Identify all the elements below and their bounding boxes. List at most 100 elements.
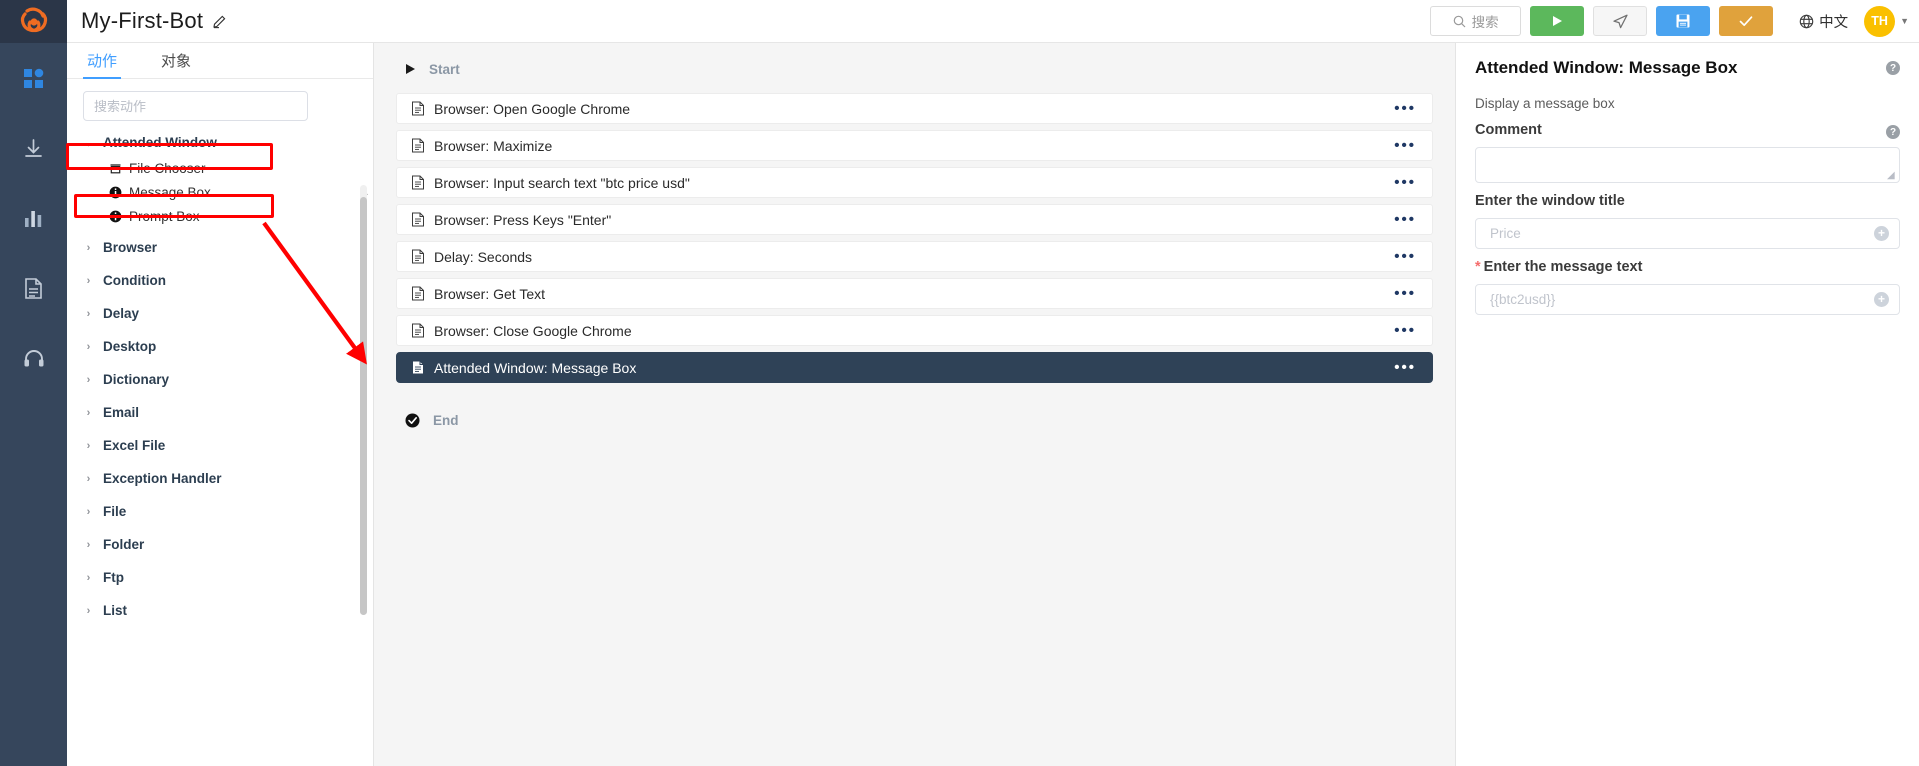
flow-step-menu-button[interactable]: ••• [1390, 212, 1420, 227]
flow-step-menu-button[interactable]: ••• [1390, 101, 1420, 116]
sidebar-rail-dashboard[interactable] [0, 43, 67, 113]
tree-item-file-chooser[interactable]: File Chooser [83, 156, 373, 180]
tree-group-label: Attended Window [103, 135, 217, 150]
flow-step-row[interactable]: Delay: Seconds ••• [396, 241, 1433, 272]
language-switcher[interactable]: 中文 [1799, 11, 1848, 32]
top-toolbar: My-First-Bot 搜索 中文 TH ▼ [67, 0, 1919, 43]
check-circle-icon [405, 413, 420, 427]
sidebar-rail-reports[interactable] [0, 183, 67, 253]
info-circle-icon [109, 186, 122, 198]
flow-step-label: Browser: Open Google Chrome [434, 100, 631, 117]
tree-group-label: List [103, 603, 128, 618]
flow-step-row[interactable]: Browser: Maximize ••• [396, 130, 1433, 161]
tree-group-label: Delay [103, 306, 140, 321]
message-text-input-wrap[interactable]: + [1475, 284, 1900, 315]
tree-group-condition[interactable]: › Condition [83, 267, 373, 294]
chevron-right-icon: › [86, 274, 91, 287]
flow-step-row[interactable]: Browser: Close Google Chrome ••• [396, 315, 1433, 346]
flow-step-label: Browser: Press Keys "Enter" [434, 211, 612, 228]
play-triangle-icon [406, 64, 415, 74]
caret-down-icon[interactable]: ▼ [1900, 16, 1909, 26]
avatar[interactable]: TH [1864, 5, 1896, 37]
tree-group-list[interactable]: › List [83, 597, 373, 624]
language-label: 中文 [1819, 14, 1849, 31]
tree-group-folder[interactable]: › Folder [83, 531, 373, 558]
flow-step-list: Browser: Open Google Chrome ••• Browser:… [396, 93, 1433, 383]
tree-group-label: Browser [103, 240, 158, 255]
tree-group-excel-file[interactable]: › Excel File [83, 432, 373, 459]
info-circle-icon [109, 210, 122, 222]
tree-group-delay[interactable]: › Delay [83, 300, 373, 327]
app-logo-icon [20, 7, 47, 32]
tab-objects[interactable]: 对象 [157, 43, 195, 78]
tree-item-prompt-box[interactable]: Prompt Box [83, 204, 373, 228]
flow-step-row[interactable]: Browser: Open Google Chrome ••• [396, 93, 1433, 124]
chevron-right-icon: › [86, 307, 91, 320]
properties-panel: Attended Window: Message Box ? Display a… [1456, 43, 1919, 766]
sidebar-rail [0, 0, 67, 766]
file-chooser-icon [110, 163, 121, 173]
flow-step-menu-button[interactable]: ••• [1390, 360, 1420, 375]
tab-actions[interactable]: 动作 [83, 43, 122, 79]
validate-button[interactable] [1719, 6, 1774, 36]
tree-group-file[interactable]: › File [83, 498, 373, 525]
tree-group-email[interactable]: › Email [83, 399, 373, 426]
tree-group-dictionary[interactable]: › Dictionary [83, 366, 373, 393]
tree-group-attended-window[interactable]: ⌄ Attended Window [83, 129, 373, 156]
properties-description: Display a message box [1475, 96, 1615, 111]
required-asterisk: * [1475, 259, 1481, 275]
flow-step-menu-button[interactable]: ••• [1390, 286, 1420, 301]
actions-scrollbar[interactable] [360, 185, 367, 615]
sidebar-rail-support[interactable] [0, 323, 67, 393]
actions-scrollbar-thumb[interactable] [360, 197, 367, 615]
page-title: My-First-Bot [81, 8, 204, 33]
tree-item-message-box[interactable]: Message Box [83, 180, 373, 204]
resize-grip-icon[interactable]: ◢ [1887, 171, 1897, 181]
flow-step-row[interactable]: Browser: Input search text "btc price us… [396, 167, 1433, 198]
flow-step-menu-button[interactable]: ••• [1390, 323, 1420, 338]
checkmark-icon [1739, 16, 1753, 27]
message-text-input[interactable] [1490, 292, 1874, 307]
flow-step-row-selected[interactable]: Attended Window: Message Box ••• [396, 352, 1433, 383]
flow-step-menu-button[interactable]: ••• [1390, 138, 1420, 153]
action-tree: ⌄ Attended Window File Chooser Message B… [67, 129, 373, 766]
chevron-right-icon: › [86, 241, 91, 254]
message-text-label: * Enter the message text [1475, 259, 1900, 275]
tree-group-browser[interactable]: › Browser [83, 234, 373, 261]
flow-end-node[interactable]: End [396, 406, 1433, 434]
tree-group-desktop[interactable]: › Desktop [83, 333, 373, 360]
window-title-input-wrap[interactable]: + [1475, 218, 1900, 249]
headset-icon [24, 350, 43, 367]
global-search-button[interactable]: 搜索 [1430, 6, 1522, 36]
flow-step-menu-button[interactable]: ••• [1390, 175, 1420, 190]
flow-step-menu-button[interactable]: ••• [1390, 249, 1420, 264]
tree-group-label: Excel File [103, 438, 166, 453]
rename-bot-button[interactable] [212, 13, 228, 29]
main-column: My-First-Bot 搜索 中文 TH ▼ 动作 对象 搜索动作 ⌄ Att… [67, 0, 1919, 766]
window-title-input[interactable] [1490, 226, 1874, 241]
flow-step-label: Browser: Maximize [434, 137, 553, 154]
question-mark-icon[interactable]: ? [1886, 61, 1900, 75]
step-document-icon [411, 175, 425, 190]
app-logo[interactable] [0, 0, 67, 43]
step-run-button[interactable] [1593, 6, 1648, 36]
run-button[interactable] [1530, 6, 1585, 36]
save-button[interactable] [1656, 6, 1711, 36]
plus-circle-icon[interactable]: + [1874, 292, 1889, 307]
comment-label: Comment [1475, 122, 1542, 138]
question-mark-icon[interactable]: ? [1886, 125, 1900, 139]
tree-group-label: Ftp [103, 570, 124, 585]
flow-start-node[interactable]: Start [396, 55, 1433, 83]
sidebar-rail-documents[interactable] [0, 253, 67, 323]
tree-item-label: File Chooser [129, 160, 206, 176]
flow-step-row[interactable]: Browser: Press Keys "Enter" ••• [396, 204, 1433, 235]
tree-group-label: Folder [103, 537, 145, 552]
search-input[interactable] [83, 91, 308, 121]
plus-circle-icon[interactable]: + [1874, 226, 1889, 241]
field-message-text: *Enter the message text + [1475, 259, 1900, 315]
sidebar-rail-download[interactable] [0, 113, 67, 183]
flow-step-row[interactable]: Browser: Get Text ••• [396, 278, 1433, 309]
comment-textarea[interactable]: ◢ [1475, 147, 1900, 183]
tree-group-ftp[interactable]: › Ftp [83, 564, 373, 591]
tree-group-exception-handler[interactable]: › Exception Handler [83, 465, 373, 492]
